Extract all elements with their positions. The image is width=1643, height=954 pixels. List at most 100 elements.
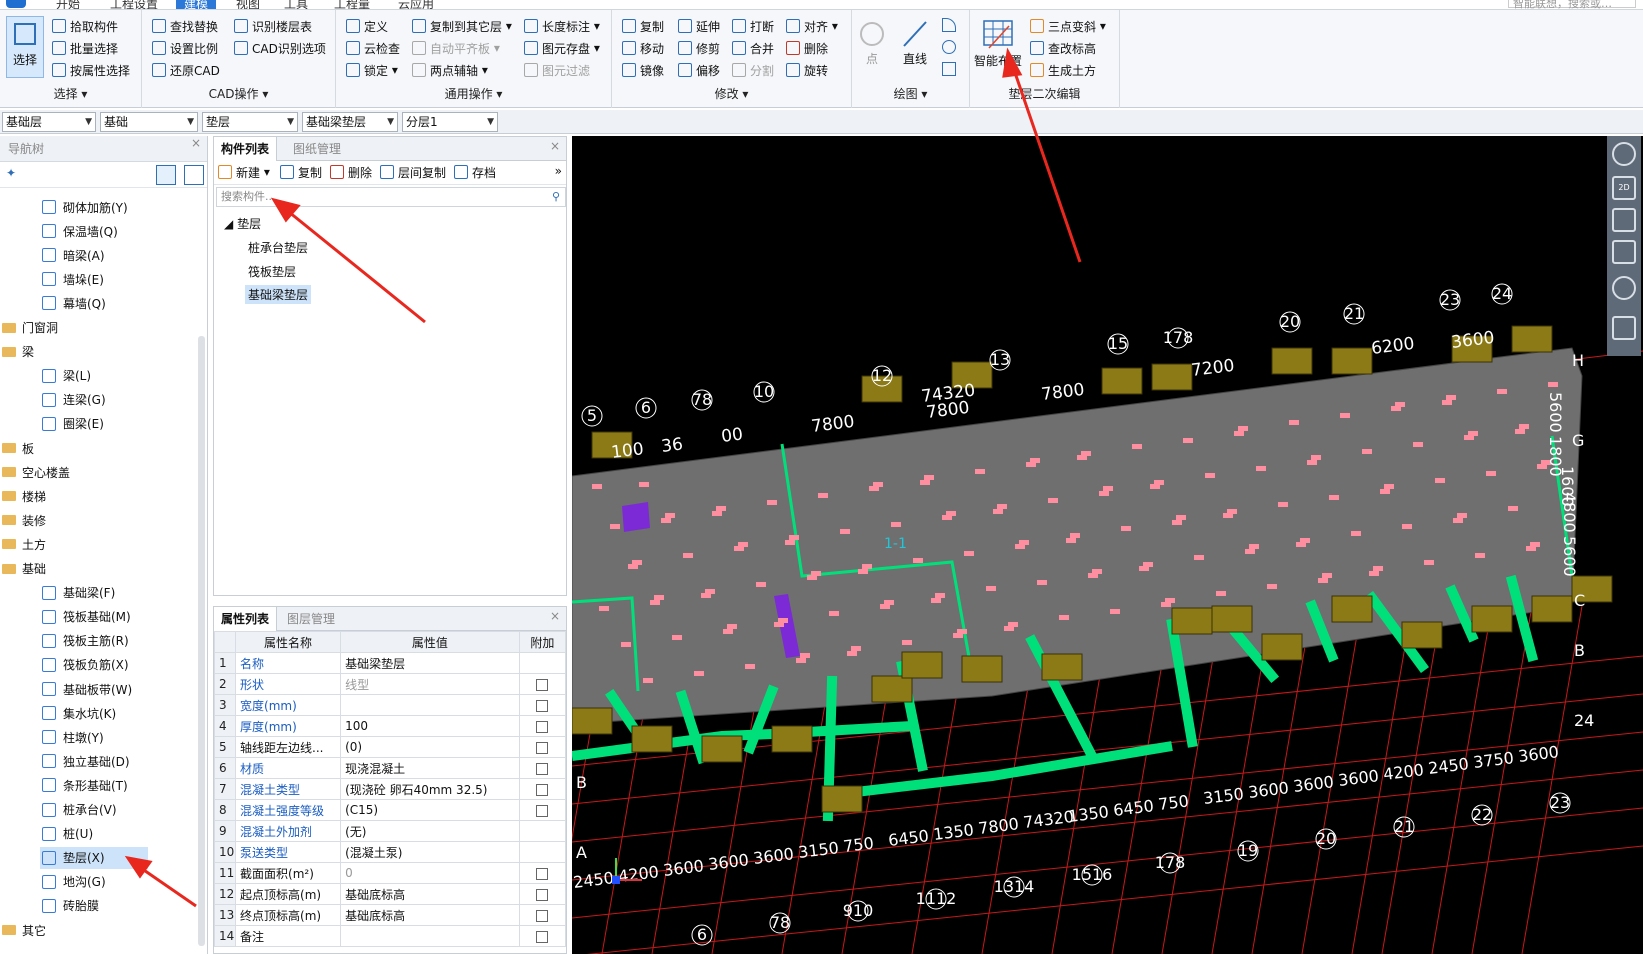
nav-item[interactable]: 筏板主筋(R) [40, 630, 196, 652]
menu-tab-view[interactable]: 视图 [236, 0, 260, 9]
trim-button[interactable]: 修剪 [678, 38, 720, 58]
property-row[interactable]: 1 名称 基础梁垫层 [214, 652, 566, 674]
tab-layer-management[interactable]: 图层管理 [280, 607, 342, 631]
select-group-label[interactable]: 选择 ▾ [0, 85, 141, 102]
nav-item[interactable]: 桩(U) [40, 823, 196, 845]
property-value[interactable] [340, 925, 520, 947]
3d-box-icon[interactable] [1612, 208, 1636, 232]
restore-cad-button[interactable]: 还原CAD [152, 60, 220, 80]
component-panel-close-icon[interactable]: × [550, 139, 560, 153]
three-point-slope-button[interactable]: 三点变斜 ▾ [1030, 16, 1106, 36]
tab-component-list[interactable]: 构件列表 [214, 137, 278, 161]
extra-checkbox[interactable] [536, 741, 549, 754]
extra-checkbox[interactable] [536, 930, 549, 943]
property-value[interactable]: 线型 [340, 673, 520, 695]
component-search-input[interactable]: 搜索构件... ⚲ [216, 187, 566, 207]
modify-group-label[interactable]: 修改 ▾ [612, 85, 851, 102]
drawing-canvas[interactable]: 5 6 78 10 12 13 15 178 20 21 23 24 100 36 00 7800 74320 7… [572, 136, 1643, 954]
property-row[interactable]: 10 泵送类型 (混凝土泵) [214, 841, 566, 863]
extra-checkbox[interactable] [536, 909, 549, 922]
common-group-label[interactable]: 通用操作 ▾ [336, 85, 611, 102]
tree-root-cushion[interactable]: ◢ 垫层 [224, 215, 261, 232]
cube-view-icon[interactable] [1612, 240, 1636, 264]
break-button[interactable]: 打断 [732, 16, 774, 36]
nav-item[interactable]: 基础板带(W) [40, 678, 196, 700]
global-search-input[interactable]: 智能联想，搜索或… [1508, 0, 1636, 9]
lock-button[interactable]: 锁定 ▾ [346, 60, 398, 80]
align-button[interactable]: 对齐 ▾ [786, 16, 838, 36]
tree-item-raft-cushion[interactable]: 筏板垫层 [248, 263, 296, 280]
property-value[interactable]: 0 [340, 862, 520, 884]
tree-item-foundation-beam-cushion[interactable]: 基础梁垫层 [245, 285, 312, 304]
list-view-icon[interactable] [156, 165, 176, 185]
select-button[interactable]: 选择 [6, 16, 44, 78]
cad-options-button[interactable]: CAD识别选项 [234, 38, 326, 58]
nav-item[interactable]: 条形基础(T) [40, 774, 196, 796]
grid-view-icon[interactable] [1612, 316, 1636, 340]
length-dimension-button[interactable]: 长度标注 ▾ [524, 16, 600, 36]
property-value[interactable]: (混凝土泵) [340, 841, 520, 863]
nav-folder[interactable]: 梁 [2, 341, 198, 363]
element-filter-button[interactable]: 图元过滤 [524, 60, 590, 80]
property-value[interactable]: (0) [340, 736, 520, 758]
merge-button[interactable]: 合并 [732, 38, 774, 58]
nav-item[interactable]: 连梁(G) [40, 389, 196, 411]
line-button[interactable]: 直线 [900, 18, 930, 67]
two-point-aux-axis-button[interactable]: 两点辅轴 ▾ [412, 60, 488, 80]
nav-item[interactable]: 桩承台(V) [40, 799, 196, 821]
offset-button[interactable]: 偏移 [678, 60, 720, 80]
component-type-select[interactable]: 垫层 ▼ [202, 112, 298, 132]
tab-drawing-management[interactable]: 图纸管理 [286, 137, 348, 161]
delete-component-button[interactable]: 删除 [330, 161, 372, 183]
set-scale-button[interactable]: 设置比例 [152, 38, 218, 58]
nav-item[interactable]: 梁(L) [40, 365, 196, 387]
property-row[interactable]: 2 形状 线型 [214, 673, 566, 695]
floor-select[interactable]: 基础层 ▼ [2, 112, 96, 132]
property-row[interactable]: 9 混凝土外加剂 (无) [214, 820, 566, 842]
nav-folder[interactable]: 其它 [2, 919, 198, 941]
split-button[interactable]: 分割 [732, 60, 774, 80]
nav-item[interactable]: 墙垛(E) [40, 268, 196, 290]
extra-checkbox[interactable] [536, 720, 549, 733]
menu-tab-project-settings[interactable]: 工程设置 [110, 0, 158, 9]
copy-between-floors-button[interactable]: 层间复制 [380, 161, 446, 183]
menu-tab-tools[interactable]: 工具 [284, 0, 308, 9]
property-value[interactable]: 基础梁垫层 [340, 652, 520, 674]
nav-item[interactable]: 基础梁(F) [40, 582, 196, 604]
orbit-icon[interactable] [1612, 142, 1636, 166]
property-value[interactable] [340, 694, 520, 716]
draw-group-label[interactable]: 绘图 ▾ [852, 85, 969, 102]
arc-icon[interactable] [942, 18, 956, 32]
property-row[interactable]: 3 宽度(mm) [214, 694, 566, 716]
copy-component-button[interactable]: 复制 [280, 161, 322, 183]
rectangle-icon[interactable] [942, 62, 956, 76]
nav-item[interactable]: 垫层(X) [40, 846, 148, 869]
extra-checkbox[interactable] [536, 762, 549, 775]
property-row[interactable]: 7 混凝土类型 (现浇砼 卵石40mm 32.5) [214, 778, 566, 800]
nav-item[interactable]: 圈梁(E) [40, 413, 196, 435]
extra-checkbox[interactable] [536, 888, 549, 901]
tree-item-pile-cap-cushion[interactable]: 桩承台垫层 [248, 239, 308, 256]
circle-icon[interactable] [942, 40, 956, 54]
property-value[interactable]: (现浇砼 卵石40mm 32.5) [340, 778, 520, 800]
nav-item[interactable]: 暗梁(A) [40, 244, 196, 266]
more-icon[interactable]: » [555, 164, 562, 178]
property-row[interactable]: 12 起点顶标高(m) 基础底标高 [214, 883, 566, 905]
property-row[interactable]: 8 混凝土强度等级 (C15) [214, 799, 566, 821]
property-value[interactable]: 基础底标高 [340, 904, 520, 926]
property-row[interactable]: 13 终点顶标高(m) 基础底标高 [214, 904, 566, 926]
property-row[interactable]: 14 备注 [214, 925, 566, 947]
new-component-button[interactable]: 新建 ▾ [218, 161, 270, 183]
archive-button[interactable]: 存档 [454, 161, 496, 183]
extra-checkbox[interactable] [536, 783, 549, 796]
mirror-button[interactable]: 镜像 [622, 60, 664, 80]
search-icon[interactable]: ⚲ [552, 188, 560, 206]
tab-property-list[interactable]: 属性列表 [214, 607, 278, 631]
extra-checkbox[interactable] [536, 699, 549, 712]
property-value[interactable]: 100 [340, 715, 520, 737]
cad-viewport[interactable]: 5 6 78 10121315 17820 2123 24100 36 00 7800743207… [572, 136, 1643, 954]
nav-folder[interactable]: 土方 [2, 533, 198, 555]
point-button[interactable]: 点 [860, 18, 884, 67]
define-button[interactable]: 定义 [346, 16, 388, 36]
nav-item[interactable]: 砖胎膜 [40, 895, 196, 917]
